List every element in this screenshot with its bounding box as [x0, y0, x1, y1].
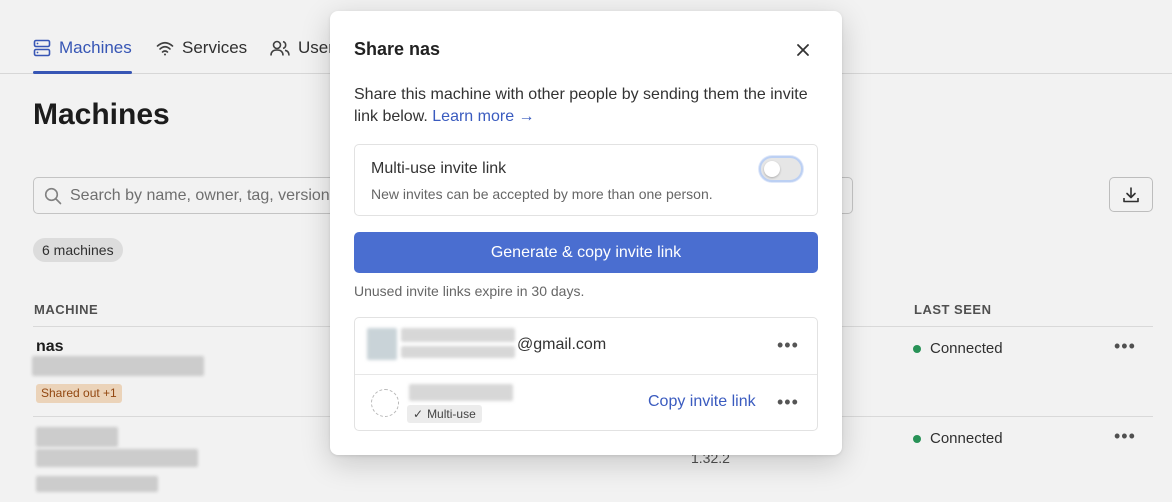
avatar — [367, 328, 397, 360]
close-icon — [797, 44, 809, 56]
pending-avatar — [371, 389, 399, 417]
multi-use-toggle[interactable] — [759, 156, 803, 182]
multi-use-badge: ✓ Multi-use — [407, 405, 482, 423]
learn-more-link[interactable]: Learn more → — [432, 108, 534, 125]
multi-use-badge-label: Multi-use — [427, 407, 476, 421]
dialog-description: Share this machine with other people by … — [354, 84, 814, 128]
description-text: Share this machine with other people by … — [354, 86, 808, 125]
share-dialog: Share nas Share this machine with other … — [330, 11, 842, 455]
check-icon: ✓ — [413, 407, 424, 421]
redacted-email — [401, 346, 515, 358]
generate-invite-button[interactable]: Generate & copy invite link — [354, 232, 818, 273]
expire-note: Unused invite links expire in 30 days. — [354, 283, 585, 299]
multi-use-title: Multi-use invite link — [371, 160, 507, 177]
invite-list: @gmail.com ••• ✓ Multi-use Copy invite l… — [354, 317, 818, 431]
list-divider — [355, 374, 817, 375]
multi-use-subtitle: New invites can be accepted by more than… — [371, 186, 713, 202]
invite-email: @gmail.com — [517, 336, 607, 353]
toggle-knob — [764, 161, 780, 177]
dialog-title: Share nas — [354, 39, 441, 59]
invite-more-button[interactable]: ••• — [777, 392, 799, 413]
multi-use-option: Multi-use invite link New invites can be… — [354, 144, 818, 216]
close-button[interactable] — [792, 39, 814, 61]
redacted-invite-code — [409, 384, 513, 401]
redacted-name — [401, 328, 515, 342]
invite-more-button[interactable]: ••• — [777, 335, 799, 356]
copy-invite-link[interactable]: Copy invite link — [648, 393, 756, 411]
